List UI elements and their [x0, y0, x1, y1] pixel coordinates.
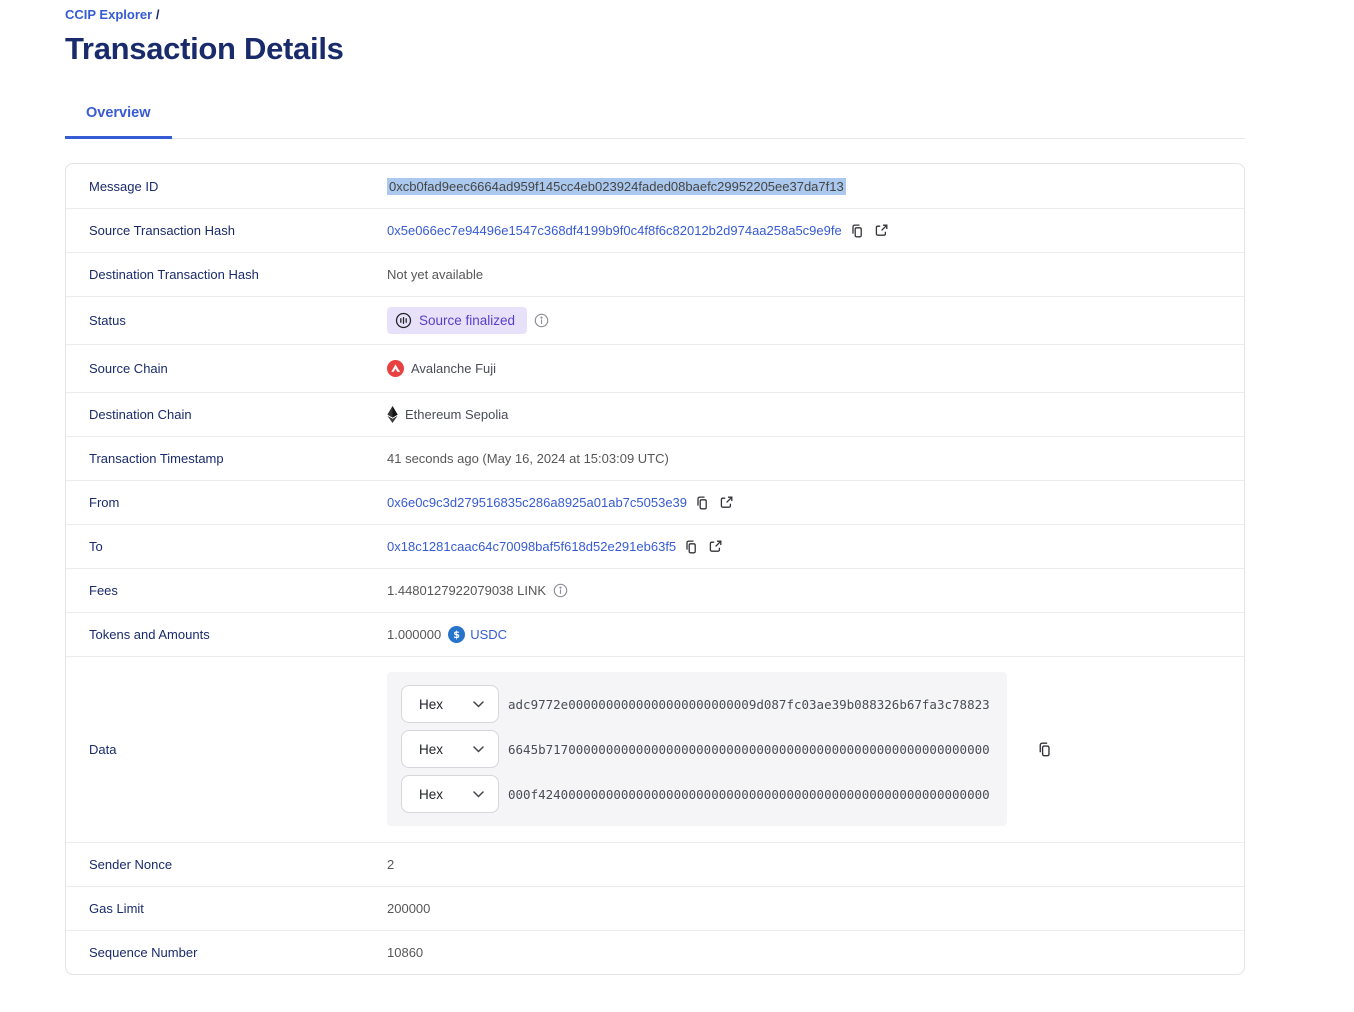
sequence-number-value: 10860	[387, 945, 423, 960]
gas-limit-value: 200000	[387, 901, 430, 916]
row-gas-limit: Gas Limit 200000	[66, 886, 1244, 930]
chevron-down-icon	[473, 791, 484, 798]
status-label: Status	[89, 313, 387, 328]
hex-format-select[interactable]: Hex	[401, 685, 499, 723]
chevron-down-icon	[473, 701, 484, 708]
external-link-icon[interactable]	[719, 495, 734, 510]
copy-icon[interactable]	[849, 223, 865, 239]
timestamp-label: Transaction Timestamp	[89, 451, 387, 466]
source-chain-value: Avalanche Fuji	[411, 361, 496, 376]
tokens-label: Tokens and Amounts	[89, 627, 387, 642]
row-timestamp: Transaction Timestamp 41 seconds ago (Ma…	[66, 436, 1244, 480]
row-fees: Fees 1.4480127922079038 LINK	[66, 568, 1244, 612]
ethereum-icon	[387, 406, 398, 423]
breadcrumb-ccip-explorer-link[interactable]: CCIP Explorer	[65, 7, 152, 22]
gas-limit-label: Gas Limit	[89, 901, 387, 916]
usdc-token-label: USDC	[470, 627, 507, 642]
source-finalized-icon	[395, 312, 412, 329]
sequence-number-label: Sequence Number	[89, 945, 387, 960]
source-chain-label: Source Chain	[89, 361, 387, 376]
sender-nonce-value: 2	[387, 857, 394, 872]
row-data: Data Hex adc9772e00000000000000000000000…	[66, 656, 1244, 842]
usdc-icon: $	[448, 626, 465, 643]
row-source-tx-hash: Source Transaction Hash 0x5e066ec7e94496…	[66, 208, 1244, 252]
breadcrumb-separator: /	[156, 7, 160, 22]
data-label: Data	[89, 742, 387, 757]
token-amount-value: 1.000000	[387, 627, 441, 642]
from-label: From	[89, 495, 387, 510]
sender-nonce-label: Sender Nonce	[89, 857, 387, 872]
row-message-id: Message ID 0xcb0fad9eec6664ad959f145cc4e…	[66, 164, 1244, 208]
data-hex-value: 000f424000000000000000000000000000000000…	[508, 787, 990, 802]
row-source-chain: Source Chain Avalanche Fuji	[66, 344, 1244, 392]
row-tokens-and-amounts: Tokens and Amounts 1.000000 $ USDC	[66, 612, 1244, 656]
external-link-icon[interactable]	[874, 223, 889, 238]
timestamp-value: 41 seconds ago (May 16, 2024 at 15:03:09…	[387, 451, 669, 466]
message-id-value: 0xcb0fad9eec6664ad959f145cc4eb023924fade…	[387, 178, 846, 195]
source-tx-hash-label: Source Transaction Hash	[89, 223, 387, 238]
tab-overview[interactable]: Overview	[65, 97, 172, 139]
avalanche-icon	[387, 360, 404, 377]
transaction-details-card: Message ID 0xcb0fad9eec6664ad959f145cc4e…	[65, 163, 1245, 975]
data-hex-value: adc9772e0000000000000000000000009d087fc0…	[508, 697, 990, 712]
from-address-link[interactable]: 0x6e0c9c3d279516835c286a8925a01ab7c5053e…	[387, 495, 687, 510]
dest-tx-hash-value: Not yet available	[387, 267, 483, 282]
copy-icon[interactable]	[694, 495, 710, 511]
copy-icon[interactable]	[683, 539, 699, 555]
dest-chain-label: Destination Chain	[89, 407, 387, 422]
row-sequence-number: Sequence Number 10860	[66, 930, 1244, 974]
data-hex-value: 6645b71700000000000000000000000000000000…	[508, 742, 990, 757]
data-box: Hex adc9772e0000000000000000000000009d08…	[387, 672, 1007, 826]
row-from: From 0x6e0c9c3d279516835c286a8925a01ab7c…	[66, 480, 1244, 524]
row-to: To 0x18c1281caac64c70098baf5f618d52e291e…	[66, 524, 1244, 568]
message-id-label: Message ID	[89, 179, 387, 194]
hex-format-select[interactable]: Hex	[401, 730, 499, 768]
source-tx-hash-link[interactable]: 0x5e066ec7e94496e1547c368df4199b9f0c4f8f…	[387, 223, 842, 238]
tab-bar: Overview	[65, 97, 1245, 139]
to-address-link[interactable]: 0x18c1281caac64c70098baf5f618d52e291eb63…	[387, 539, 676, 554]
transaction-details-page: CCIP Explorer / Transaction Details Over…	[65, 0, 1245, 975]
to-label: To	[89, 539, 387, 554]
hex-select-value: Hex	[419, 697, 443, 712]
row-status: Status Source finalized	[66, 296, 1244, 344]
copy-icon[interactable]	[1036, 741, 1053, 758]
info-icon[interactable]	[553, 583, 568, 598]
chevron-down-icon	[473, 746, 484, 753]
info-icon[interactable]	[534, 313, 549, 328]
data-line: Hex 6645b7170000000000000000000000000000…	[401, 730, 993, 768]
fees-value: 1.4480127922079038 LINK	[387, 583, 546, 598]
row-dest-tx-hash: Destination Transaction Hash Not yet ava…	[66, 252, 1244, 296]
row-sender-nonce: Sender Nonce 2	[66, 842, 1244, 886]
external-link-icon[interactable]	[708, 539, 723, 554]
svg-text:$: $	[453, 630, 460, 641]
usdc-token-link[interactable]: $ USDC	[448, 626, 507, 643]
data-line: Hex 000f42400000000000000000000000000000…	[401, 775, 993, 813]
status-badge-label: Source finalized	[419, 313, 515, 328]
hex-select-value: Hex	[419, 787, 443, 802]
row-dest-chain: Destination Chain Ethereum Sepolia	[66, 392, 1244, 436]
hex-format-select[interactable]: Hex	[401, 775, 499, 813]
fees-label: Fees	[89, 583, 387, 598]
data-line: Hex adc9772e0000000000000000000000009d08…	[401, 685, 993, 723]
dest-tx-hash-label: Destination Transaction Hash	[89, 267, 387, 282]
status-badge: Source finalized	[387, 307, 527, 334]
page-title: Transaction Details	[65, 30, 1245, 67]
dest-chain-value: Ethereum Sepolia	[405, 407, 508, 422]
hex-select-value: Hex	[419, 742, 443, 757]
breadcrumb: CCIP Explorer /	[65, 7, 1245, 22]
